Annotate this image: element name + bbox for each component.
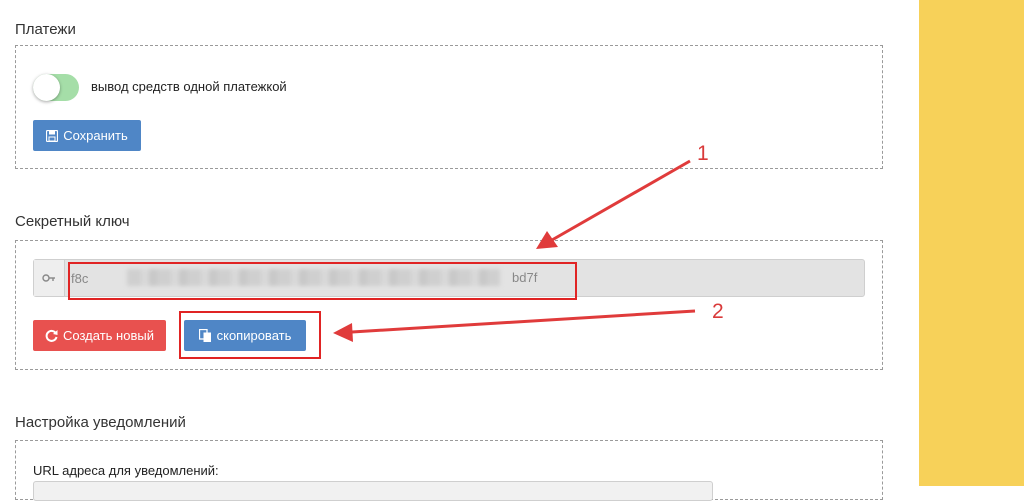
notification-url-input[interactable] — [33, 481, 713, 501]
annotation-arrow-2-line — [351, 309, 696, 334]
annotation-arrow-2-head — [333, 323, 353, 342]
annotation-arrow-1-line — [551, 159, 691, 242]
notifications-section-title: Настройка уведомлений — [15, 414, 186, 431]
notification-url-label: URL адреса для уведомлений: — [33, 463, 219, 478]
